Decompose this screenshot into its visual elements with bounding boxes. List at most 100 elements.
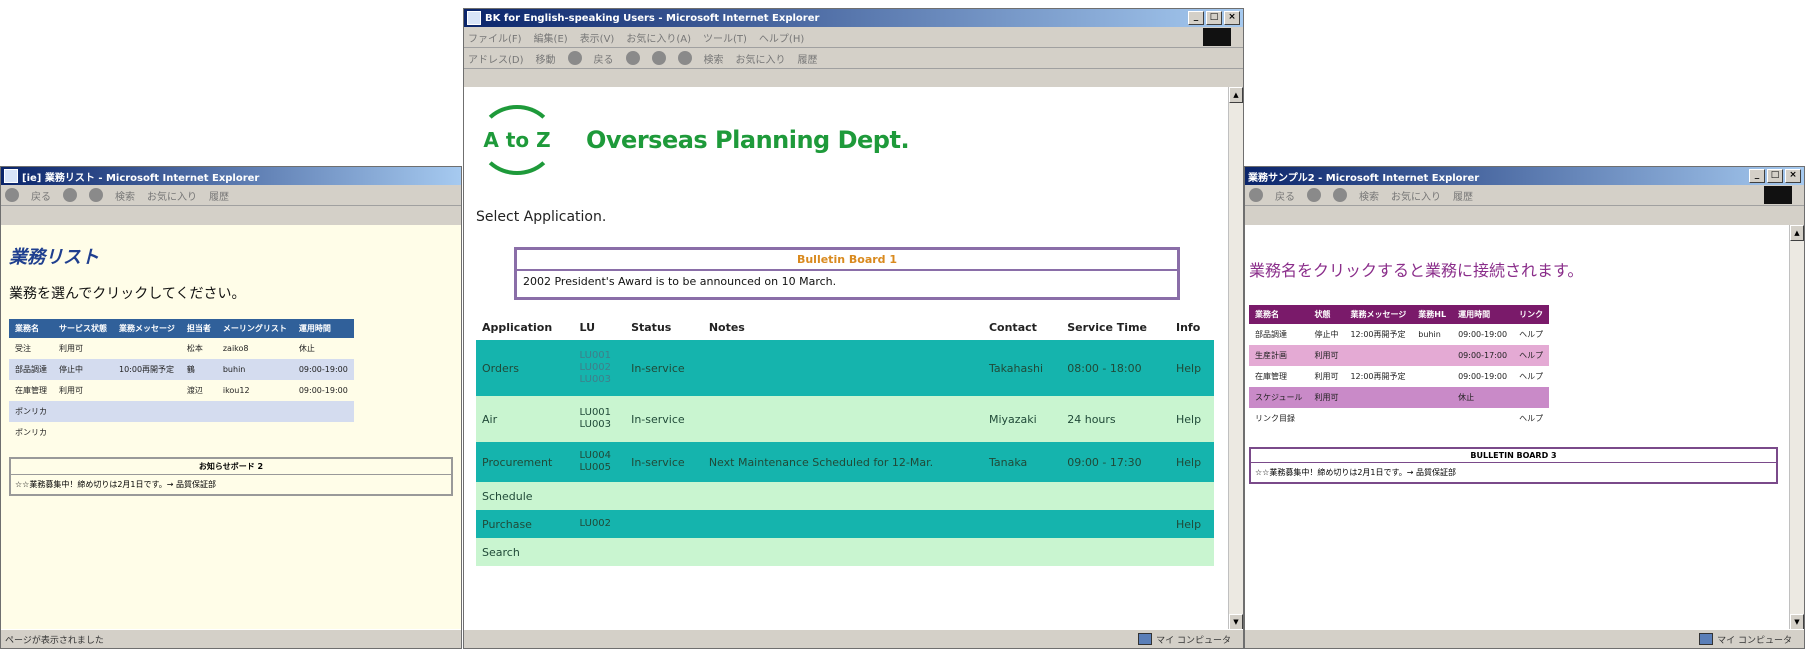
right-search-button[interactable]: 検索 [1359, 188, 1379, 203]
scroll-up-icon[interactable]: ▲ [1790, 225, 1804, 241]
go-button[interactable]: 移動 [536, 51, 556, 66]
mailing-list-link[interactable]: zaiko8 [217, 338, 293, 359]
center-title-bar[interactable]: BK for English-speaking Users - Microsof… [464, 9, 1243, 27]
close-icon[interactable]: × [1224, 11, 1240, 25]
help-link[interactable]: ヘルプ [1513, 366, 1549, 387]
app-link[interactable]: 在庫管理 [9, 380, 53, 401]
table-cell [1412, 366, 1452, 387]
home-icon[interactable] [677, 51, 692, 65]
scroll-down-icon[interactable]: ▼ [1790, 614, 1804, 630]
refresh-icon[interactable] [89, 188, 103, 202]
right-status-bar: マイ コンピュータ [1245, 629, 1804, 648]
application-link[interactable]: Purchase [476, 510, 574, 538]
center-back-button[interactable]: 戻る [594, 51, 614, 66]
app-link[interactable]: 在庫管理 [1249, 366, 1308, 387]
app-link[interactable]: ポンリカ [9, 422, 53, 443]
application-link[interactable]: Schedule [476, 482, 574, 510]
lu-link[interactable]: LU003 [580, 419, 620, 431]
lu-link[interactable]: LU005 [580, 462, 620, 474]
app-link[interactable]: 部品調達 [9, 359, 53, 380]
lu-link[interactable]: LU001 [580, 407, 620, 419]
minimize-icon[interactable]: _ [1188, 11, 1204, 25]
app-link[interactable]: リンク目録 [1249, 408, 1308, 429]
right-favorites-button[interactable]: お気に入り [1391, 188, 1441, 203]
menu-file[interactable]: ファイル(F) [468, 30, 522, 45]
select-instruction: Select Application. [476, 209, 607, 225]
table-cell [53, 422, 354, 443]
right-title-bar[interactable]: 業務サンプル2 - Microsoft Internet Explorer _ … [1245, 167, 1804, 185]
table-cell [1344, 345, 1413, 366]
app-link[interactable]: 生産計画 [1249, 345, 1309, 366]
menu-help[interactable]: ヘルプ(H) [759, 30, 804, 45]
table-row: 部品調達 停止中 12:00再開予定 buhin 09:00-19:00 ヘルプ [1249, 324, 1549, 345]
left-search-button[interactable]: 検索 [115, 188, 135, 203]
bulletin-title: BULLETIN BOARD 3 [1251, 449, 1776, 463]
menu-view[interactable]: 表示(V) [580, 30, 615, 45]
menu-tools[interactable]: ツール(T) [703, 30, 747, 45]
lu-link[interactable]: LU002 [580, 362, 620, 374]
back-icon[interactable] [567, 51, 582, 65]
left-title-bar[interactable]: [ie] 業務リスト - Microsoft Internet Explorer [1, 167, 461, 185]
table-cell [113, 338, 181, 359]
vertical-scrollbar[interactable]: ▲ ▼ [1228, 87, 1243, 630]
left-back-button[interactable]: 戻る [31, 188, 51, 203]
help-link[interactable]: Help [1170, 510, 1214, 538]
scroll-down-icon[interactable]: ▼ [1229, 614, 1243, 630]
refresh-icon[interactable] [651, 51, 666, 65]
right-history-button[interactable]: 履歴 [1453, 188, 1473, 203]
left-history-button[interactable]: 履歴 [209, 188, 229, 203]
notes-cell [702, 396, 983, 442]
help-link[interactable]: ヘルプ [1513, 408, 1549, 429]
menu-edit[interactable]: 編集(E) [534, 30, 568, 45]
application-link[interactable]: Search [476, 538, 574, 566]
mailing-list-link[interactable]: buhin [216, 359, 293, 380]
help-link[interactable]: ヘルプ [1513, 345, 1550, 366]
left-app-table: 業務名 サービス状態 業務メッセージ 担当者 メーリングリスト 運用時間 受注 … [9, 319, 354, 443]
lu-cell: LU002 [573, 510, 626, 538]
maximize-icon[interactable]: □ [1206, 11, 1222, 25]
help-link[interactable]: Help [1170, 442, 1214, 482]
center-browser-window: BK for English-speaking Users - Microsof… [463, 8, 1244, 649]
help-link[interactable]: Help [1170, 396, 1214, 442]
mailing-list-link[interactable]: ikou12 [217, 380, 293, 401]
scroll-up-icon[interactable]: ▲ [1229, 87, 1243, 103]
app-link[interactable]: ポンリカ [9, 401, 53, 422]
application-table: Application LU Status Notes Contact Serv… [476, 315, 1214, 566]
right-browser-window: 業務サンプル2 - Microsoft Internet Explorer _ … [1244, 166, 1805, 649]
left-favorites-button[interactable]: お気に入り [147, 188, 197, 203]
right-app-table: 業務名 状態 業務メッセージ 業務HL 運用時間 リンク 部品調達 停止中 12… [1249, 305, 1550, 429]
table-row: Search [476, 538, 1214, 566]
close-icon[interactable]: × [1785, 169, 1801, 183]
application-link[interactable]: Air [476, 396, 574, 442]
center-history-button[interactable]: 履歴 [798, 51, 818, 66]
help-link[interactable]: ヘルプ [1513, 324, 1549, 345]
back-icon[interactable] [5, 188, 19, 202]
column-header: リンク [1513, 305, 1550, 324]
app-link[interactable]: スケジュール [1249, 387, 1309, 408]
lu-link[interactable]: LU004 [580, 450, 620, 462]
lu-link[interactable]: LU002 [580, 518, 620, 530]
stop-icon[interactable] [1307, 188, 1321, 202]
security-zone: マイ コンピュータ [1138, 633, 1231, 646]
app-link[interactable]: 受注 [9, 338, 53, 359]
center-search-button[interactable]: 検索 [704, 51, 724, 66]
application-link[interactable]: Procurement [476, 442, 574, 482]
help-link[interactable]: Help [1170, 340, 1214, 396]
menu-favorites[interactable]: お気に入り(A) [626, 30, 691, 45]
maximize-icon[interactable]: □ [1767, 169, 1783, 183]
vertical-scrollbar[interactable]: ▲ ▼ [1789, 225, 1804, 630]
table-cell: 10:00再開予定 [113, 359, 181, 380]
minimize-icon[interactable]: _ [1749, 169, 1765, 183]
stop-icon[interactable] [625, 51, 640, 65]
back-icon[interactable] [1249, 188, 1263, 202]
dept-header: A to Z Overseas Planning Dept. [478, 105, 910, 175]
application-link[interactable]: Orders [476, 340, 574, 396]
right-back-button[interactable]: 戻る [1275, 188, 1295, 203]
refresh-icon[interactable] [1333, 188, 1347, 202]
lu-link[interactable]: LU001 [580, 350, 620, 362]
app-link[interactable]: 部品調達 [1249, 324, 1308, 345]
logo-text: A to Z [483, 128, 551, 152]
lu-link[interactable]: LU003 [580, 374, 620, 386]
center-favorites-button[interactable]: お気に入り [736, 51, 786, 66]
stop-icon[interactable] [63, 188, 77, 202]
